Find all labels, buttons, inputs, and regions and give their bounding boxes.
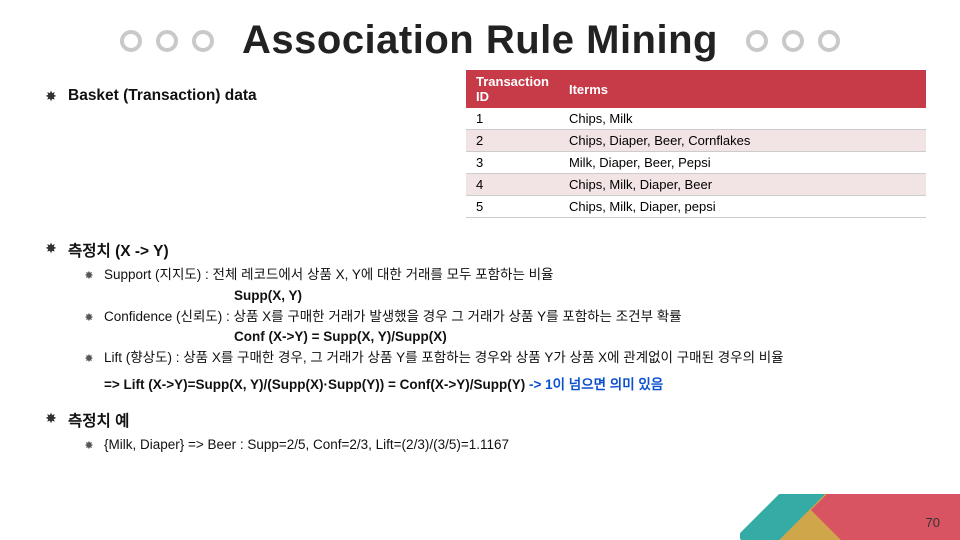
sub-bullet-icon: [82, 435, 96, 456]
cell-id: 1: [466, 108, 559, 130]
table-row: 1 Chips, Milk: [466, 108, 926, 130]
ring-icon: [120, 30, 142, 52]
rings-right: [746, 30, 840, 52]
transactions-table-wrap: Transaction ID Iterms 1 Chips, Milk 2 Ch…: [466, 70, 926, 218]
measure-heading-row: 측정치 (X -> Y): [44, 239, 924, 261]
example-heading: 측정치 예: [68, 409, 129, 431]
slide: Association Rule Mining Transaction ID I…: [0, 0, 960, 540]
cell-items: Chips, Milk, Diaper, Beer: [559, 174, 926, 196]
measure-heading: 측정치 (X -> Y): [68, 239, 169, 261]
cell-id: 5: [466, 196, 559, 218]
measure-section: 측정치 (X -> Y) Support (지지도) : 전체 레코드에서 상품…: [44, 239, 924, 394]
bullet-icon: [44, 239, 58, 259]
bullet-icon: [44, 87, 58, 107]
cell-items: Milk, Diaper, Beer, Pepsi: [559, 152, 926, 174]
page-title: Association Rule Mining: [242, 18, 718, 63]
example-line: {Milk, Diaper} => Beer : Supp=2/5, Conf=…: [82, 435, 924, 456]
table-row: 3 Milk, Diaper, Beer, Pepsi: [466, 152, 926, 174]
basket-heading: Basket (Transaction) data: [68, 87, 257, 105]
support-text: Support (지지도) : 전체 레코드에서 상품 X, Y에 대한 거래를…: [104, 265, 553, 286]
support-line: Support (지지도) : 전체 레코드에서 상품 X, Y에 대한 거래를…: [82, 265, 924, 286]
transactions-table: Transaction ID Iterms 1 Chips, Milk 2 Ch…: [466, 70, 926, 218]
lift-line: Lift (향상도) : 상품 X를 구매한 경우, 그 거래가 상품 Y를 포…: [82, 348, 924, 369]
table-header-items: Iterms: [559, 70, 926, 108]
title-row: Association Rule Mining: [0, 0, 960, 63]
sub-bullet-icon: [82, 265, 96, 286]
cell-items: Chips, Diaper, Beer, Cornflakes: [559, 130, 926, 152]
cell-items: Chips, Milk: [559, 108, 926, 130]
lift-text: Lift (향상도) : 상품 X를 구매한 경우, 그 거래가 상품 Y를 포…: [104, 348, 784, 369]
table-row: 5 Chips, Milk, Diaper, pepsi: [466, 196, 926, 218]
confidence-text: Confidence (신뢰도) : 상품 X를 구매한 거래가 발생했을 경우…: [104, 307, 682, 328]
cell-id: 2: [466, 130, 559, 152]
page-number: 70: [926, 515, 940, 530]
confidence-line: Confidence (신뢰도) : 상품 X를 구매한 거래가 발생했을 경우…: [82, 307, 924, 328]
sub-bullet-icon: [82, 348, 96, 369]
example-heading-row: 측정치 예: [44, 409, 924, 431]
ring-icon: [156, 30, 178, 52]
table-row: 4 Chips, Milk, Diaper, Beer: [466, 174, 926, 196]
support-formula: Supp(X, Y): [234, 288, 924, 303]
table-row: 2 Chips, Diaper, Beer, Cornflakes: [466, 130, 926, 152]
example-text: {Milk, Diaper} => Beer : Supp=2/5, Conf=…: [104, 435, 509, 456]
ring-icon: [782, 30, 804, 52]
rings-left: [120, 30, 214, 52]
sub-bullet-icon: [82, 307, 96, 328]
cell-id: 3: [466, 152, 559, 174]
cell-id: 4: [466, 174, 559, 196]
ring-icon: [746, 30, 768, 52]
lift-formula-suffix: -> 1이 넘으면 의미 있음: [529, 377, 663, 392]
confidence-formula: Conf (X->Y) = Supp(X, Y)/Supp(X): [234, 329, 924, 344]
table-header-id: Transaction ID: [466, 70, 559, 108]
lift-formula: => Lift (X->Y)=Supp(X, Y)/(Supp(X)·Supp(…: [104, 373, 924, 393]
ring-icon: [192, 30, 214, 52]
cell-items: Chips, Milk, Diaper, pepsi: [559, 196, 926, 218]
ring-icon: [818, 30, 840, 52]
bullet-icon: [44, 409, 58, 429]
lift-formula-prefix: => Lift (X->Y)=Supp(X, Y)/(Supp(X)·Supp(…: [104, 377, 529, 392]
